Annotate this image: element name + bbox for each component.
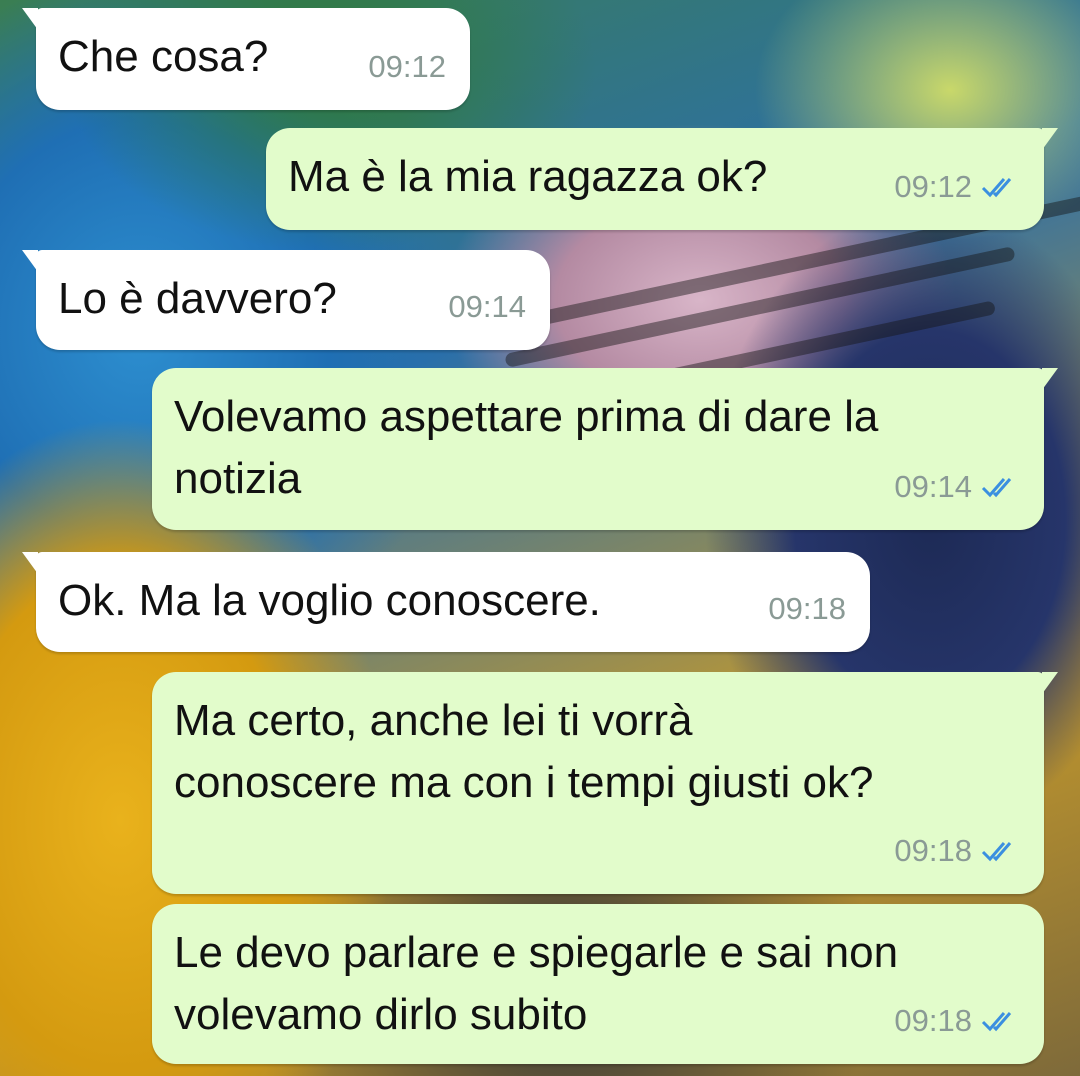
message-bubble-outgoing[interactable]: Ma certo, anche lei ti vorrà conoscere m… [152,672,1058,894]
message-text: Lo è davvero? [58,274,337,323]
message-timestamp: 09:14 [894,469,972,504]
message-bubble-outgoing[interactable]: Volevamo aspettare prima di dare la noti… [152,368,1058,530]
message-text: Ma certo, anche lei ti vorrà conoscere m… [174,696,874,807]
message-meta: 09:14 [894,456,1020,518]
message-bubble-incoming[interactable]: Che cosa? 09:12 [22,8,470,110]
message-timestamp: 09:12 [894,169,972,204]
message-bubble-incoming[interactable]: Lo è davvero? 09:14 [22,250,550,350]
message-bubble-incoming[interactable]: Ok. Ma la voglio conoscere. 09:18 [22,552,870,652]
message-meta: 09:12 [368,36,446,98]
message-text: Che cosa? [58,32,269,81]
message-timestamp: 09:18 [894,1003,972,1038]
message-meta: 09:18 [768,578,846,640]
message-text: Le devo parlare e spiegarle e sai non vo… [174,928,899,1039]
message-bubble-outgoing[interactable]: Ma è la mia ragazza ok? 09:12 [266,128,1058,230]
double-check-read-icon [981,1012,1012,1032]
double-check-read-icon [981,178,1012,198]
message-text: Ok. Ma la voglio conoscere. [58,576,601,625]
message-text: Volevamo aspettare prima di dare la noti… [174,392,879,503]
conversation[interactable]: Che cosa? 09:12 Ma è la mia ragazza ok? … [0,0,1080,1076]
message-text: Ma è la mia ragazza ok? [288,152,768,201]
message-meta: 09:14 [448,276,526,338]
double-check-read-icon [981,842,1012,862]
message-timestamp: 09:12 [368,49,446,84]
message-timestamp: 09:14 [448,289,526,324]
message-bubble-outgoing[interactable]: Le devo parlare e spiegarle e sai non vo… [152,904,1044,1064]
message-meta: 09:18 [894,820,1020,882]
double-check-read-icon [981,478,1012,498]
message-meta: 09:18 [894,990,1020,1052]
message-meta: 09:12 [894,156,1020,218]
message-timestamp: 09:18 [768,591,846,626]
message-timestamp: 09:18 [894,833,972,868]
